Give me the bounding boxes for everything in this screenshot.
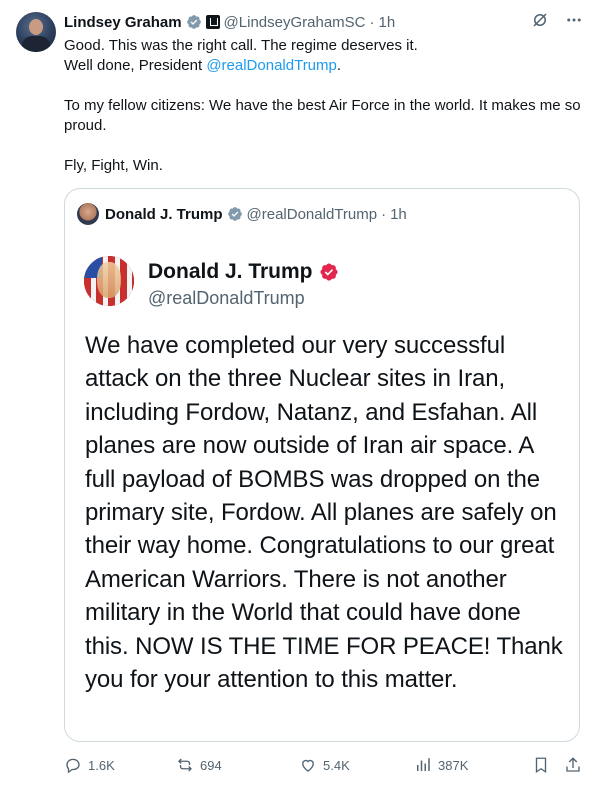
- bookmark-icon: [535, 757, 547, 774]
- repost-icon: [178, 758, 192, 772]
- quoted-tweet[interactable]: Donald J. Trump @realDonaldTrump · 1h Do…: [64, 188, 580, 742]
- views-icon: [417, 758, 430, 771]
- quoted-tweet-header: Donald J. Trump @realDonaldTrump · 1h: [77, 203, 407, 225]
- verified-gold-badge-icon: [319, 263, 338, 281]
- tweet-header: Lindsey Graham @LindseyGrahamSC · 1h: [64, 12, 395, 32]
- avatar-face: [29, 19, 43, 35]
- image-author-handle: @realDonaldTrump: [148, 288, 305, 308]
- views-button[interactable]: 387K: [414, 756, 468, 774]
- author-name[interactable]: Lindsey Graham: [64, 14, 182, 31]
- share-button[interactable]: [564, 756, 588, 774]
- image-post-text: We have completed our very successful at…: [85, 332, 563, 694]
- tweet-time[interactable]: 1h: [379, 14, 396, 31]
- like-count: 5.4K: [323, 757, 350, 773]
- share-icon: [566, 757, 580, 772]
- quoted-author-name[interactable]: Donald J. Trump: [105, 206, 223, 223]
- separator-dot: ·: [381, 205, 387, 223]
- quoted-media-image[interactable]: Donald J. Trump @realDonaldTrump We have…: [66, 241, 578, 741]
- tweet-line-2-text: Well done, President: [64, 57, 207, 74]
- separator-dot: ·: [369, 13, 375, 31]
- quoted-author-handle[interactable]: @realDonaldTrump: [247, 206, 378, 223]
- repost-button[interactable]: 694: [176, 756, 222, 774]
- avatar-suit: [22, 36, 50, 52]
- tweet-action-bar: 1.6K 694 5.4K 387K: [64, 756, 584, 780]
- grok-icon[interactable]: [530, 10, 550, 30]
- portrait-face: [97, 262, 121, 298]
- like-button[interactable]: 5.4K: [299, 756, 350, 774]
- heart-icon: [302, 759, 314, 772]
- more-options-icon[interactable]: [564, 10, 584, 30]
- verified-badge-icon: [227, 207, 242, 221]
- reply-button[interactable]: 1.6K: [64, 756, 115, 774]
- reply-count: 1.6K: [88, 757, 115, 773]
- views-count: 387K: [438, 757, 469, 773]
- tweet-line-3: To my fellow citizens: We have the best …: [64, 97, 581, 134]
- author-handle[interactable]: @LindseyGrahamSC: [224, 14, 366, 31]
- tweet-line-1: Good. This was the right call. The regim…: [64, 37, 418, 54]
- quoted-author-avatar[interactable]: [77, 203, 99, 225]
- bookmark-button[interactable]: [532, 756, 556, 774]
- tweet-text: Good. This was the right call. The regim…: [64, 36, 584, 176]
- repost-count: 694: [200, 757, 222, 773]
- tweet-line-2-end: .: [336, 57, 342, 74]
- image-avatar: [84, 256, 134, 306]
- author-avatar[interactable]: [16, 12, 56, 52]
- reply-icon: [66, 758, 80, 774]
- image-author-name-text: Donald J. Trump: [148, 260, 313, 283]
- tweet-line-2: Well done, President @realDonaldTrump.: [64, 56, 584, 76]
- tweet-line-4: Fly, Fight, Win.: [64, 157, 163, 174]
- verified-badge-icon: [186, 15, 201, 29]
- affiliate-badge-icon: [205, 15, 220, 29]
- mention-link[interactable]: @realDonaldTrump: [206, 57, 337, 74]
- quoted-time[interactable]: 1h: [390, 206, 407, 223]
- image-author-name: Donald J. Trump: [148, 260, 339, 284]
- tweet-top-actions: [530, 10, 584, 30]
